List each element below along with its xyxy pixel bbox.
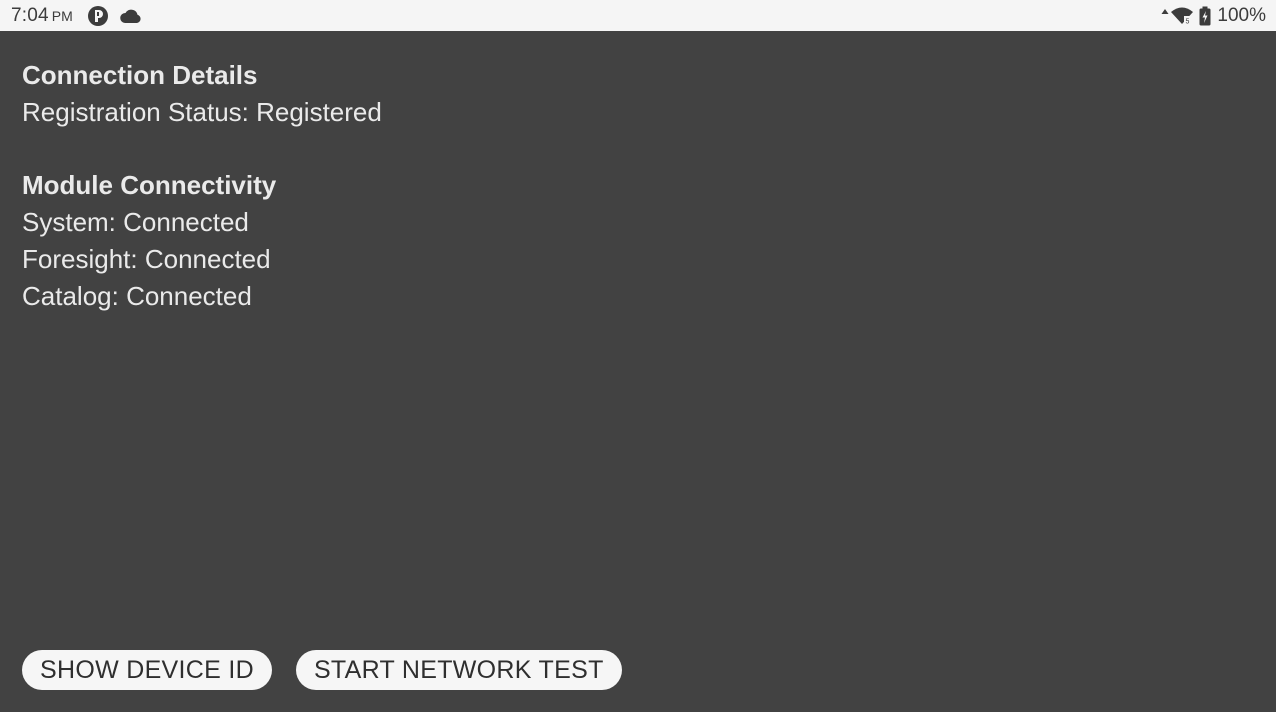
status-bar-left: 7:04 PM [11,0,153,31]
data-activity-icon [1161,7,1169,25]
status-bar-right: 5 100% [1161,0,1266,31]
module-status-system: System: Connected [22,207,249,237]
action-buttons: SHOW DEVICE ID START NETWORK TEST [22,650,622,690]
clock-ampm: PM [51,7,73,24]
registration-status: Registration Status: Registered [22,97,382,127]
connection-details-heading: Connection Details [22,60,258,90]
module-connectivity-heading: Module Connectivity [22,170,277,200]
clock-time: 7:04 [11,4,49,26]
main-content: Connection Details Registration Status: … [22,31,1276,315]
battery-percentage: 100% [1217,4,1266,26]
module-status-foresight: Foresight: Connected [22,244,271,274]
svg-text:5: 5 [1186,18,1190,25]
wifi-icon: 5 [1171,6,1194,26]
show-device-id-button[interactable]: SHOW DEVICE ID [22,650,272,690]
app-notification-icon [87,5,109,27]
cloud-icon [119,7,143,25]
start-network-test-button[interactable]: START NETWORK TEST [295,650,622,690]
battery-charging-icon [1199,6,1211,26]
status-bar: 7:04 PM 5 100% [0,0,1276,31]
module-status-catalog: Catalog: Connected [22,281,252,311]
